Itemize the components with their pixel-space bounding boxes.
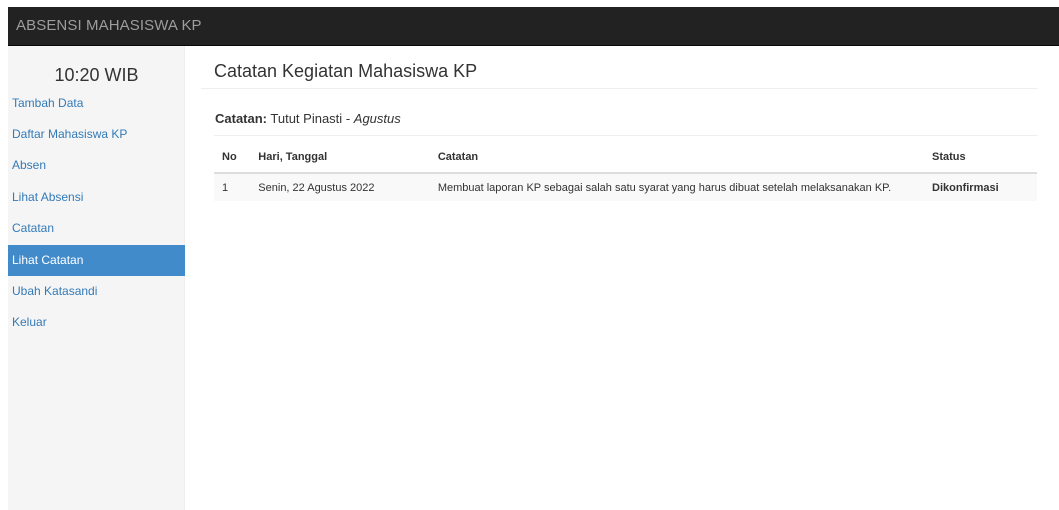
cell-note: Membuat laporan KP sebagai salah satu sy… bbox=[429, 173, 925, 201]
subheading-prefix: Catatan: bbox=[215, 111, 268, 126]
cell-status: Dikonfirmasi bbox=[924, 173, 1037, 201]
sidebar-item-keluar[interactable]: Keluar bbox=[8, 307, 185, 338]
sidebar-item-label: Lihat Catatan bbox=[12, 252, 84, 267]
sidebar-item-label: Ubah Katasandi bbox=[12, 283, 98, 298]
notes-table: No Hari, Tanggal Catatan Status 1 Senin,… bbox=[214, 142, 1037, 201]
sidebar-item-catatan[interactable]: Catatan bbox=[8, 213, 185, 244]
page-header: Catatan Kegiatan Mahasiswa KP bbox=[201, 46, 1037, 89]
top-navbar: ABSENSI MAHASISWA KP bbox=[8, 7, 1059, 46]
note-subheading: Catatan: Tutut Pinasti - Agustus bbox=[215, 111, 401, 126]
cell-no: 1 bbox=[214, 173, 251, 201]
table-row: 1 Senin, 22 Agustus 2022 Membuat laporan… bbox=[214, 173, 1037, 201]
sidebar-item-label: Lihat Absensi bbox=[12, 189, 84, 204]
page: ABSENSI MAHASISWA KP 10:20 WIB Tambah Da… bbox=[0, 0, 1059, 510]
sidebar-item-label: Daftar Mahasiswa KP bbox=[12, 127, 128, 141]
subheading-divider bbox=[214, 135, 1037, 136]
cell-date: Senin, 22 Agustus 2022 bbox=[250, 173, 430, 201]
sidebar-item-label: Absen bbox=[12, 158, 47, 173]
month-label: Agustus bbox=[353, 111, 401, 126]
sidebar-item-ubah-katasandi[interactable]: Ubah Katasandi bbox=[8, 276, 185, 307]
sidebar-item-label: Tambah Data bbox=[12, 96, 84, 110]
sidebar-item-label: Keluar bbox=[12, 315, 47, 330]
column-header-date: Hari, Tanggal bbox=[250, 142, 430, 174]
subheading-separator: - bbox=[345, 111, 351, 126]
main-content: Catatan Kegiatan Mahasiswa KP Catatan: T… bbox=[201, 46, 1037, 201]
sidebar-item-tambah-data[interactable]: Tambah Data bbox=[8, 94, 185, 119]
sidebar-nav: Tambah Data Daftar Mahasiswa KP Absen Li… bbox=[8, 94, 185, 339]
page-header-divider bbox=[214, 88, 1037, 89]
student-name: Tutut Pinasti bbox=[270, 111, 343, 126]
sidebar-item-lihat-catatan[interactable]: Lihat Catatan bbox=[8, 244, 185, 276]
column-header-note: Catatan bbox=[429, 142, 925, 174]
sidebar-item-label: Catatan bbox=[12, 221, 55, 236]
column-header-status: Status bbox=[924, 142, 1037, 174]
page-title: Catatan Kegiatan Mahasiswa KP bbox=[214, 61, 478, 81]
sidebar: 10:20 WIB Tambah Data Daftar Mahasiswa K… bbox=[8, 46, 185, 510]
sidebar-item-lihat-absensi[interactable]: Lihat Absensi bbox=[8, 182, 185, 213]
column-header-no: No bbox=[214, 142, 251, 174]
clock: 10:20 WIB bbox=[54, 65, 139, 85]
sidebar-item-daftar-mahasiswa[interactable]: Daftar Mahasiswa KP bbox=[8, 119, 185, 150]
table-header-row: No Hari, Tanggal Catatan Status bbox=[214, 142, 1037, 174]
brand-link[interactable]: ABSENSI MAHASISWA KP bbox=[16, 7, 202, 46]
sidebar-item-absen[interactable]: Absen bbox=[8, 150, 185, 181]
